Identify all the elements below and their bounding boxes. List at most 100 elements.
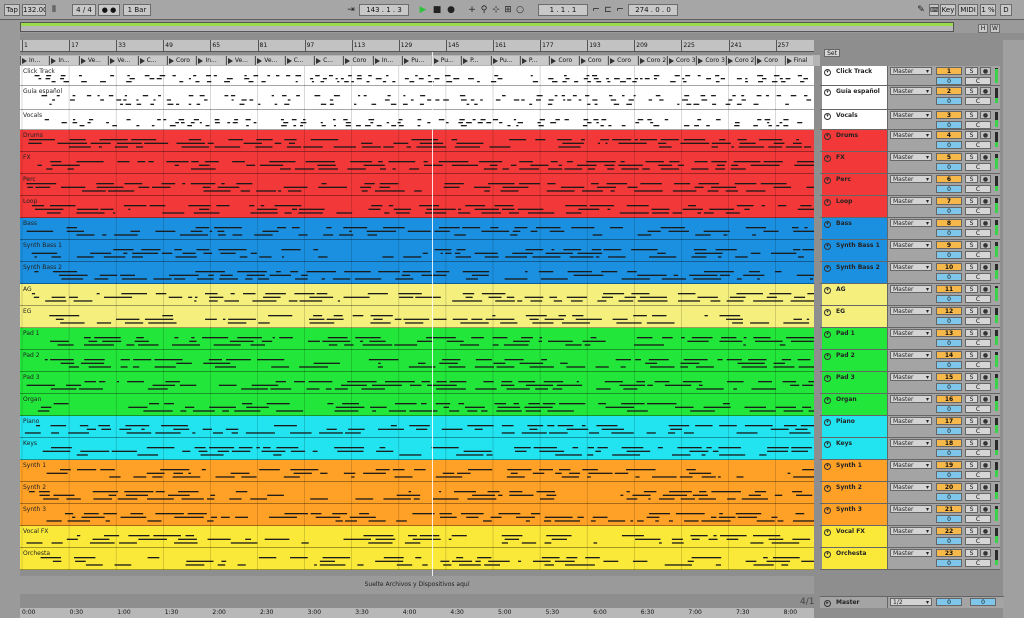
- track-volume-field[interactable]: 0: [936, 383, 962, 391]
- beat-time-ruler[interactable]: 1 17 33 49 65 81 97 113 129 145 161 177 193 209 225 241…: [20, 40, 814, 52]
- track-volume-field[interactable]: 0: [936, 471, 962, 479]
- track-volume-field[interactable]: 0: [936, 121, 962, 129]
- track-activator-button[interactable]: 21: [936, 505, 962, 513]
- loop-start-field[interactable]: 1 . 1 . 1: [538, 4, 588, 16]
- track-title-area[interactable]: ▾ EG: [822, 306, 888, 327]
- solo-button[interactable]: S: [965, 285, 978, 293]
- overview-strip[interactable]: [20, 22, 954, 32]
- arm-record-icon[interactable]: ●: [980, 241, 991, 249]
- track-activator-button[interactable]: 4: [936, 131, 962, 139]
- track-title-area[interactable]: ▾ Vocals: [822, 110, 888, 129]
- output-routing-select[interactable]: Master: [890, 549, 932, 557]
- track-lane[interactable]: Guía español: [20, 86, 814, 110]
- computer-keyboard-icon[interactable]: ⌨: [929, 4, 939, 16]
- solo-button[interactable]: S: [965, 329, 978, 337]
- fold-arrow-icon[interactable]: ▾: [824, 463, 831, 470]
- track-lane[interactable]: Perc: [20, 174, 814, 196]
- crossfade-button[interactable]: C: [965, 405, 991, 413]
- track-header[interactable]: ▾ FX Master 5 0S● C: [820, 152, 1000, 174]
- track-lane[interactable]: Vocal FX: [20, 526, 814, 548]
- locators-row[interactable]: In... In... Ve... Ve... C... Coro In... Ve... Ve…: [20, 55, 820, 66]
- fold-arrow-icon[interactable]: ▾: [824, 89, 831, 96]
- arm-record-icon[interactable]: ●: [980, 111, 991, 119]
- pause-bars-icon[interactable]: ⦀: [49, 4, 59, 16]
- track-lane[interactable]: Synth Bass 2: [20, 262, 814, 284]
- track-volume-field[interactable]: 0: [936, 317, 962, 325]
- locator-marker[interactable]: Pu...: [402, 56, 431, 65]
- arm-record-icon[interactable]: ●: [980, 307, 991, 315]
- track-lane[interactable]: Pad 3: [20, 372, 814, 394]
- arm-record-icon[interactable]: ●: [980, 67, 991, 75]
- crossfade-button[interactable]: C: [965, 515, 991, 523]
- crossfade-button[interactable]: C: [965, 471, 991, 479]
- track-volume-field[interactable]: 0: [936, 97, 962, 105]
- track-activator-button[interactable]: 2: [936, 87, 962, 95]
- arm-record-icon[interactable]: ●: [980, 439, 991, 447]
- crossfade-button[interactable]: C: [965, 185, 991, 193]
- punch-out-icon[interactable]: ⌐: [614, 4, 626, 16]
- output-routing-select[interactable]: Master: [890, 175, 932, 183]
- fold-arrow-icon[interactable]: ▾: [824, 397, 831, 404]
- track-activator-button[interactable]: 16: [936, 395, 962, 403]
- solo-button[interactable]: S: [965, 241, 978, 249]
- track-activator-button[interactable]: 12: [936, 307, 962, 315]
- track-volume-field[interactable]: 0: [936, 207, 962, 215]
- track-title-area[interactable]: ▾ Pad 3: [822, 372, 888, 393]
- track-lane[interactable]: Piano: [20, 416, 814, 438]
- crossfade-button[interactable]: C: [965, 361, 991, 369]
- track-header[interactable]: ▾ Perc Master 6 0S● C: [820, 174, 1000, 196]
- master-volume-field-2[interactable]: 0: [970, 598, 996, 606]
- track-header[interactable]: ▾ Guía español Master 2 0S● C: [820, 86, 1000, 110]
- track-activator-button[interactable]: 7: [936, 197, 962, 205]
- track-title-area[interactable]: ▾ Pad 1: [822, 328, 888, 349]
- track-volume-field[interactable]: 0: [936, 537, 962, 545]
- locator-marker[interactable]: Coro: [608, 56, 637, 65]
- track-lane[interactable]: Organ: [20, 394, 814, 416]
- track-volume-field[interactable]: 0: [936, 405, 962, 413]
- crossfade-button[interactable]: C: [965, 317, 991, 325]
- master-output-select[interactable]: 1/2: [890, 598, 932, 606]
- track-volume-field[interactable]: 0: [936, 163, 962, 171]
- output-routing-select[interactable]: Master: [890, 219, 932, 227]
- master-track-header[interactable]: ▸ Master 1/2 0 0: [820, 596, 1004, 608]
- track-activator-button[interactable]: 22: [936, 527, 962, 535]
- locator-marker[interactable]: C...: [137, 56, 167, 65]
- track-header[interactable]: ▾ Keys Master 18 0S● C: [820, 438, 1000, 460]
- locator-marker[interactable]: C...: [314, 56, 343, 65]
- solo-button[interactable]: S: [965, 461, 978, 469]
- track-volume-field[interactable]: 0: [936, 515, 962, 523]
- output-routing-select[interactable]: Master: [890, 505, 932, 513]
- arm-record-icon[interactable]: ●: [980, 219, 991, 227]
- punch-in-icon[interactable]: ⌐: [590, 4, 602, 16]
- track-volume-field[interactable]: 0: [936, 77, 962, 85]
- track-volume-field[interactable]: 0: [936, 295, 962, 303]
- fold-arrow-icon[interactable]: ▾: [824, 243, 831, 250]
- fold-arrow-icon[interactable]: ▾: [824, 353, 831, 360]
- w-button[interactable]: W: [990, 24, 1000, 33]
- track-title-area[interactable]: ▾ Synth Bass 1: [822, 240, 888, 261]
- solo-button[interactable]: S: [965, 263, 978, 271]
- fold-arrow-icon[interactable]: ▾: [824, 529, 831, 536]
- track-title-area[interactable]: ▾ Perc: [822, 174, 888, 195]
- track-activator-button[interactable]: 5: [936, 153, 962, 161]
- track-header[interactable]: ▾ Bass Master 8 0S● C: [820, 218, 1000, 240]
- track-lane[interactable]: Keys: [20, 438, 814, 460]
- track-volume-field[interactable]: 0: [936, 273, 962, 281]
- session-record-icon[interactable]: ○: [515, 4, 525, 16]
- quantization-menu[interactable]: 1 Bar: [123, 4, 151, 16]
- solo-button[interactable]: S: [965, 131, 978, 139]
- track-activator-button[interactable]: 11: [936, 285, 962, 293]
- locator-marker[interactable]: Coro 3: [696, 56, 725, 65]
- arm-record-icon[interactable]: ●: [980, 527, 991, 535]
- output-routing-select[interactable]: Master: [890, 111, 932, 119]
- track-title-area[interactable]: ▾ Orchesta: [822, 548, 888, 569]
- track-lane[interactable]: AG: [20, 284, 814, 306]
- track-header[interactable]: ▾ Vocal FX Master 22 0S● C: [820, 526, 1000, 548]
- track-volume-field[interactable]: 0: [936, 229, 962, 237]
- locator-marker[interactable]: Ve...: [225, 56, 255, 65]
- output-routing-select[interactable]: Master: [890, 153, 932, 161]
- crossfade-button[interactable]: C: [965, 559, 991, 567]
- solo-button[interactable]: S: [965, 307, 978, 315]
- fold-arrow-icon[interactable]: ▾: [824, 375, 831, 382]
- track-header[interactable]: ▾ Synth 2 Master 20 0S● C: [820, 482, 1000, 504]
